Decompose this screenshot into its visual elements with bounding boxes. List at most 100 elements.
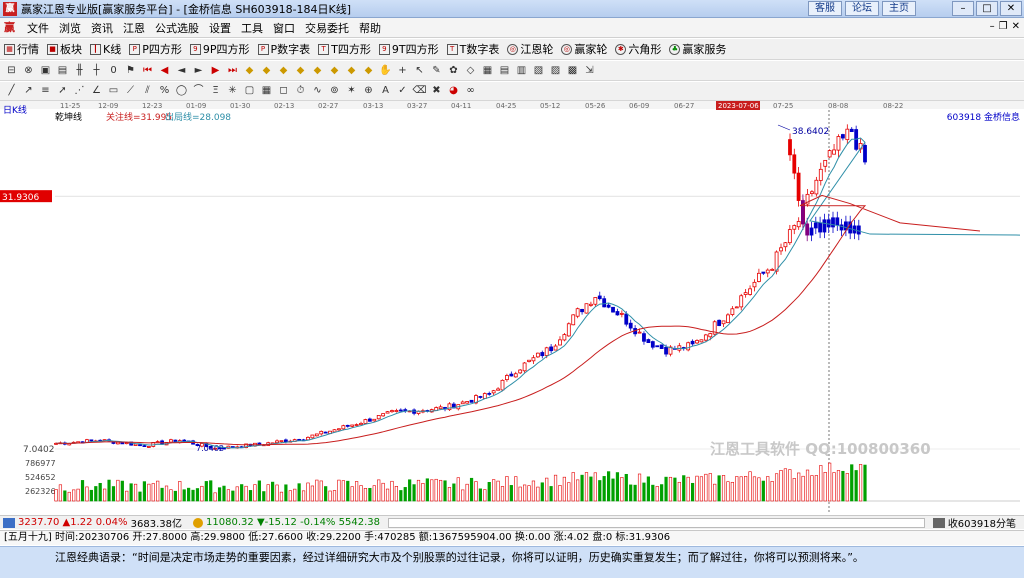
mdi-restore-icon[interactable]: ❐: [999, 21, 1008, 32]
ray-tool-icon[interactable]: ↗: [21, 84, 36, 98]
toolbar-p-table-button[interactable]: P P数字表: [257, 41, 310, 57]
link-home[interactable]: 主页: [882, 1, 916, 16]
disk-icon[interactable]: ▤: [497, 64, 512, 78]
delete-tool-icon[interactable]: ✖: [429, 84, 444, 98]
back-icon[interactable]: ◄: [174, 64, 189, 78]
menu-file[interactable]: 文件: [22, 20, 54, 36]
link-support[interactable]: 客服: [808, 1, 842, 16]
target-tool-icon[interactable]: ⊕: [361, 84, 376, 98]
star-tool-icon[interactable]: ✶: [344, 84, 359, 98]
diamond-right-icon[interactable]: ◆: [293, 64, 308, 78]
menu-help[interactable]: 帮助: [354, 20, 386, 36]
angle-tool-icon[interactable]: ∠: [89, 84, 104, 98]
maximize-icon[interactable]: □: [976, 1, 998, 16]
cursor-icon[interactable]: ↖: [412, 64, 427, 78]
toolbar-service-button[interactable]: ♣ 赢家服务: [669, 41, 726, 57]
toolbar-quotes-button[interactable]: ▦ 行情: [4, 41, 39, 57]
percent-tool-icon[interactable]: %: [157, 84, 172, 98]
menu-formula[interactable]: 公式选股: [150, 20, 204, 36]
calendar-icon[interactable]: ▥: [514, 64, 529, 78]
export-icon[interactable]: ⇲: [582, 64, 597, 78]
cycle-icon[interactable]: ⊗: [21, 64, 36, 78]
chart-icon[interactable]: ▤: [55, 64, 70, 78]
diamond-up-icon[interactable]: ◆: [242, 64, 257, 78]
toolbar-winner-wheel-button[interactable]: ◎ 赢家轮: [561, 41, 607, 57]
close-icon[interactable]: ✕: [1000, 1, 1022, 16]
toolbar-blocks-button[interactable]: ■ 板块: [47, 41, 82, 57]
erase-tool-icon[interactable]: ⌫: [412, 84, 427, 98]
kline-chart-panel[interactable]: 11-25 12-09 12-23 01-09 01-30 02-13 02-27 03-13…: [0, 101, 1024, 515]
text-tool-icon[interactable]: A: [378, 84, 393, 98]
menu-settings[interactable]: 设置: [204, 20, 236, 36]
kline-chart[interactable]: 11-25 12-09 12-23 01-09 01-30 02-13 02-27 03-13…: [0, 101, 1024, 515]
rect-tool-icon[interactable]: ▭: [106, 84, 121, 98]
calc-icon[interactable]: ▧: [531, 64, 546, 78]
toolbar-9p-square-button[interactable]: 9 9P四方形: [189, 41, 250, 57]
crosshair-icon[interactable]: +: [395, 64, 410, 78]
palette-icon[interactable]: ✿: [446, 64, 461, 78]
minimize-icon[interactable]: –: [952, 1, 974, 16]
diamond-down-icon[interactable]: ◆: [259, 64, 274, 78]
grid-tool-icon[interactable]: ▦: [259, 84, 274, 98]
last-icon[interactable]: ⏭: [225, 64, 240, 78]
spiral-tool-icon[interactable]: ⊚: [327, 84, 342, 98]
flag-icon[interactable]: ⚑: [123, 64, 138, 78]
toolbar-9t-square-button[interactable]: 9 9T四方形: [378, 41, 439, 57]
menu-trade[interactable]: 交易委托: [300, 20, 354, 36]
layers-icon[interactable]: ▨: [548, 64, 563, 78]
link-forum[interactable]: 论坛: [845, 1, 879, 16]
menu-browse[interactable]: 浏览: [54, 20, 86, 36]
toolbar-kline-button[interactable]: ┃ K线: [90, 41, 121, 57]
draw-icon[interactable]: ✎: [429, 64, 444, 78]
print-icon[interactable]: ▩: [565, 64, 580, 78]
bar-style-icon[interactable]: ┼: [89, 64, 104, 78]
window-icon[interactable]: ▣: [38, 64, 53, 78]
cycle-tool-icon[interactable]: ⌒: [191, 84, 206, 98]
time-tool-icon[interactable]: ⏱: [293, 84, 308, 98]
menu-tools[interactable]: 工具: [236, 20, 268, 36]
prev-icon[interactable]: ◀: [157, 64, 172, 78]
candle-style-icon[interactable]: ╫: [72, 64, 87, 78]
ellipse-tool-icon[interactable]: ◯: [174, 84, 189, 98]
channel-tool-icon[interactable]: ⫽: [140, 84, 155, 98]
mark-tool-icon[interactable]: ✓: [395, 84, 410, 98]
shape-icon[interactable]: ◇: [463, 64, 478, 78]
layout-menu-icon[interactable]: ⊟: [4, 64, 19, 78]
line-tool-icon[interactable]: ╱: [4, 84, 19, 98]
diamond-zoom-icon[interactable]: ◆: [344, 64, 359, 78]
toolbar-t-square-button[interactable]: T T四方形: [318, 41, 371, 57]
parallel-tool-icon[interactable]: ≡: [38, 84, 53, 98]
infinity-icon[interactable]: ∞: [463, 84, 478, 98]
diamond-minus-icon[interactable]: ◆: [327, 64, 342, 78]
gann-tool-icon[interactable]: ✳: [225, 84, 240, 98]
hand-icon[interactable]: ✋: [378, 64, 393, 78]
fib-tool-icon[interactable]: Ξ: [208, 84, 223, 98]
menu-window[interactable]: 窗口: [268, 20, 300, 36]
mdi-close-icon[interactable]: ✕: [1012, 21, 1020, 32]
diamond-left-icon[interactable]: ◆: [276, 64, 291, 78]
menu-gann[interactable]: 江恩: [118, 20, 150, 36]
toolbar-hexagon-button[interactable]: ✱ 六角形: [615, 41, 661, 57]
color-wheel-icon[interactable]: ◕: [446, 84, 461, 98]
arrow-tool-icon[interactable]: ➚: [55, 84, 70, 98]
toolbar-gann-wheel-button[interactable]: ◎ 江恩轮: [507, 41, 553, 57]
square-tool-icon[interactable]: ◻: [276, 84, 291, 98]
sh-index-group[interactable]: 3237.70 ▲1.22 0.04% 3683.38亿: [0, 515, 182, 530]
toolbar-p-square-button[interactable]: P P四方形: [129, 41, 182, 57]
diamond-fit-icon[interactable]: ◆: [361, 64, 376, 78]
toolbar-t-table-button[interactable]: T T数字表: [446, 41, 499, 57]
zero-menu-icon[interactable]: 0: [106, 64, 121, 78]
trend-tool-icon[interactable]: ⟋: [123, 84, 138, 98]
menu-news[interactable]: 资讯: [86, 20, 118, 36]
next-icon[interactable]: ▶: [208, 64, 223, 78]
watch-group[interactable]: 收603918分笔: [932, 515, 1016, 530]
forward-icon[interactable]: ►: [191, 64, 206, 78]
wave-tool-icon[interactable]: ∿: [310, 84, 325, 98]
sz-index-group[interactable]: 11080.32 ▼-15.12 -0.14% 5542.38: [190, 517, 380, 528]
first-icon[interactable]: ⏮: [140, 64, 155, 78]
mdi-minimize-icon[interactable]: –: [990, 21, 995, 32]
diamond-plus-icon[interactable]: ◆: [310, 64, 325, 78]
box-tool-icon[interactable]: ▢: [242, 84, 257, 98]
table-icon[interactable]: ▦: [480, 64, 495, 78]
fan-tool-icon[interactable]: ⋰: [72, 84, 87, 98]
